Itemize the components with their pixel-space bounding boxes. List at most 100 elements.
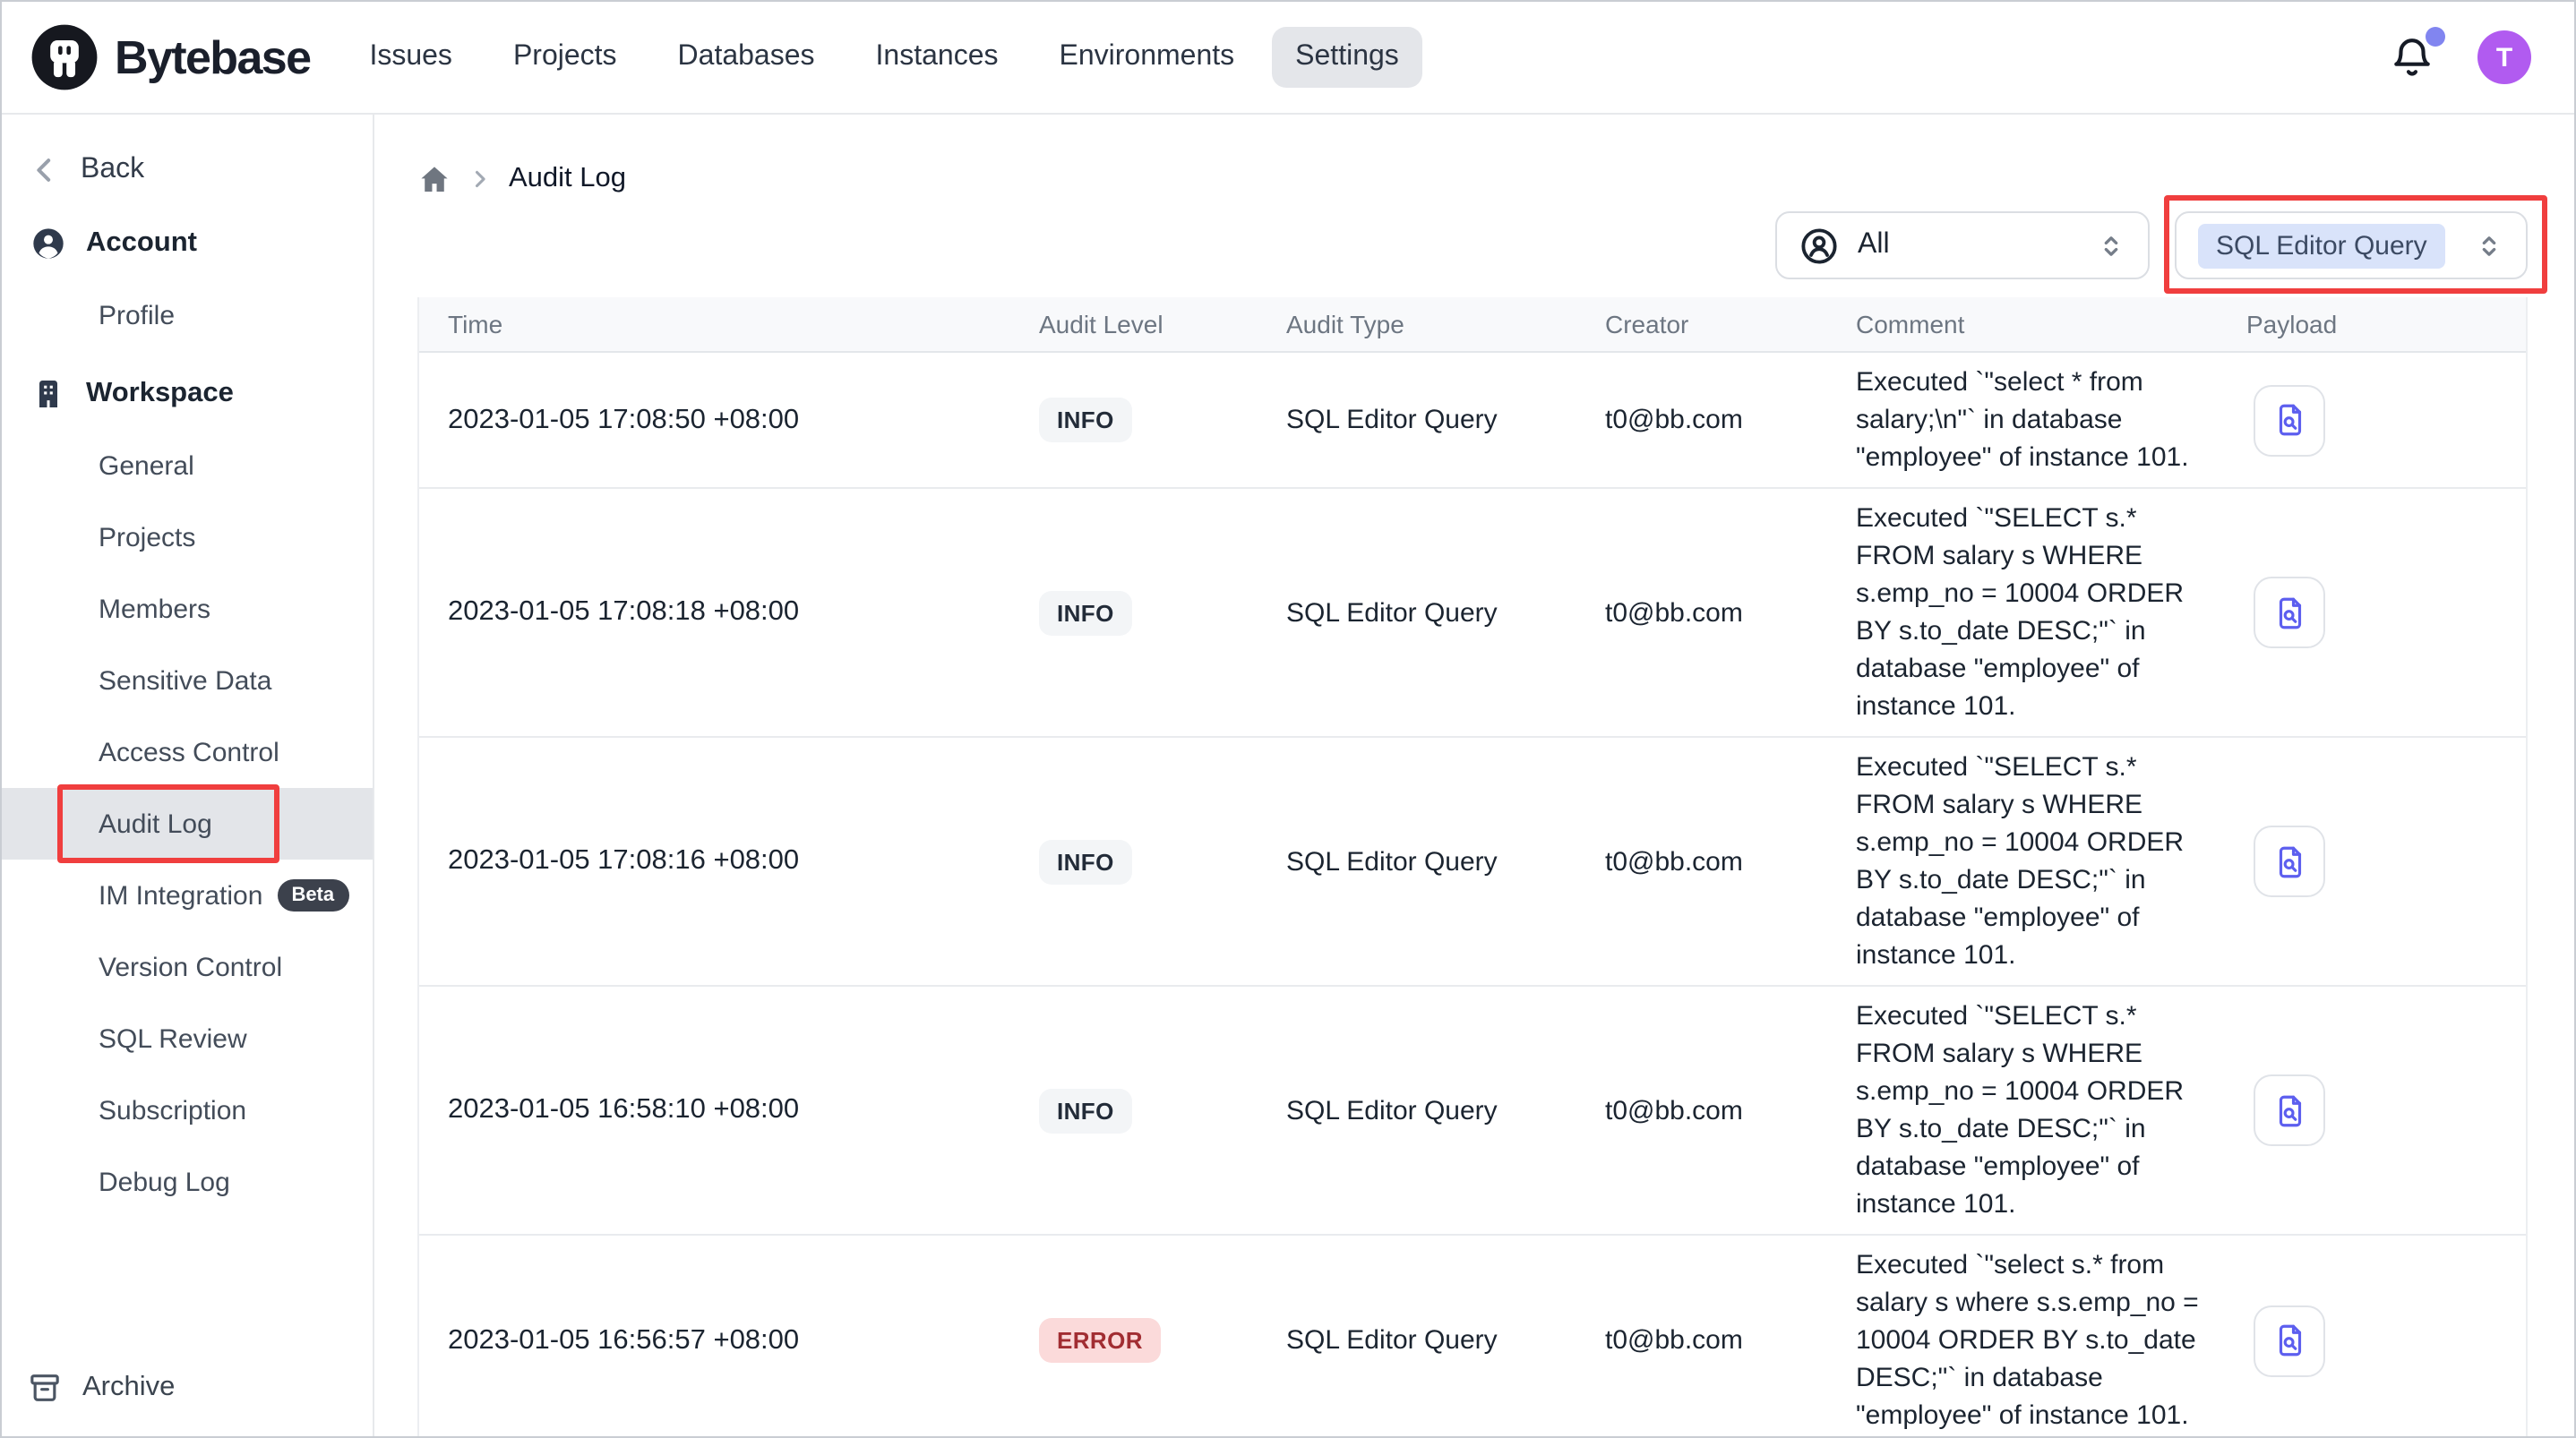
file-search-icon [2271, 1322, 2308, 1359]
view-payload-button[interactable] [2254, 1074, 2325, 1146]
creator-cell: t0@bb.com [1576, 1095, 1827, 1126]
user-circle-filled-icon [30, 226, 66, 261]
column-header-time: Time [419, 310, 1010, 338]
comment-cell: Executed `"select s.* from salary s wher… [1827, 1246, 2218, 1434]
table-header-row: TimeAudit LevelAudit TypeCreatorCommentP… [419, 297, 2526, 353]
sidebar-section-title: Account [86, 227, 197, 260]
sidebar-item-label: Access Control [99, 737, 279, 767]
payload-cell [2218, 384, 2526, 456]
sidebar-item-audit-log[interactable]: Audit Log [2, 788, 373, 860]
view-payload-button[interactable] [2254, 826, 2325, 897]
column-header-audit-type: Audit Type [1258, 310, 1576, 338]
table-row: 2023-01-05 16:56:57 +08:00ERRORSQL Edito… [419, 1236, 2526, 1438]
building-icon [30, 376, 66, 412]
audit-type-cell: SQL Editor Query [1258, 846, 1576, 877]
main-content: Audit Log All [374, 115, 2574, 1436]
audit-type-cell: SQL Editor Query [1258, 1095, 1576, 1126]
sidebar-section-title: Workspace [86, 378, 234, 410]
nav-item-instances[interactable]: Instances [853, 27, 1022, 88]
notifications-button[interactable] [2390, 35, 2434, 80]
nav-item-issues[interactable]: Issues [346, 27, 476, 88]
audit-type-cell: SQL Editor Query [1258, 1325, 1576, 1356]
sidebar-item-label: Debug Log [99, 1167, 230, 1197]
audit-level-cell: INFO [1010, 590, 1258, 635]
sidebar-item-version-control[interactable]: Version Control [2, 931, 373, 1003]
table-row: 2023-01-05 17:08:16 +08:00INFOSQL Editor… [419, 738, 2526, 987]
creator-cell: t0@bb.com [1576, 405, 1827, 435]
sidebar-item-subscription[interactable]: Subscription [2, 1074, 373, 1146]
archive-label: Archive [82, 1372, 175, 1404]
audit-level-badge: INFO [1039, 590, 1132, 635]
sidebar-item-general[interactable]: General [2, 430, 373, 501]
view-payload-button[interactable] [2254, 1305, 2325, 1376]
table-row: 2023-01-05 17:08:18 +08:00 INFO SQL Editor… [419, 489, 2526, 738]
sidebar-item-sensitive-data[interactable]: Sensitive Data [2, 645, 373, 716]
main-nav: IssuesProjectsDatabasesInstancesEnvironm… [346, 27, 1421, 88]
sidebar-item-label: SQL Review [99, 1023, 247, 1054]
audit-type-filter-value: SQL Editor Query [2198, 223, 2445, 268]
sidebar-item-label: Subscription [99, 1095, 246, 1126]
audit-level-badge: INFO [1039, 398, 1132, 442]
nav-item-databases[interactable]: Databases [655, 27, 838, 88]
nav-item-environments[interactable]: Environments [1036, 27, 1258, 88]
file-search-icon [2271, 843, 2308, 880]
comment-cell: Executed `"SELECT s.* FROM salary s WHER… [1827, 749, 2218, 974]
audit-level-cell: INFO [1010, 839, 1258, 884]
sidebar-item-label: Members [99, 594, 210, 624]
chevron-left-icon [27, 152, 63, 188]
sidebar-item-debug-log[interactable]: Debug Log [2, 1146, 373, 1218]
audit-level-cell: ERROR [1010, 1318, 1258, 1363]
sidebar-item-label: Version Control [99, 952, 282, 982]
sidebar-item-im-integration[interactable]: IM IntegrationBeta [2, 860, 373, 931]
sidebar-item-sql-review[interactable]: SQL Review [2, 1003, 373, 1074]
sidebar-item-profile[interactable]: Profile [2, 279, 373, 351]
sidebar-item-label: Audit Log [99, 809, 212, 839]
payload-cell [2218, 1074, 2526, 1146]
time-cell: 2023-01-05 17:08:18 +08:00 [419, 596, 1010, 629]
audit-log-table: TimeAudit LevelAudit TypeCreatorCommentP… [417, 297, 2528, 1438]
avatar[interactable]: T [2477, 30, 2531, 84]
time-cell: 2023-01-05 17:08:16 +08:00 [419, 845, 1010, 877]
sidebar-item-label: General [99, 450, 194, 481]
top-navbar: Bytebase IssuesProjectsDatabasesInstance… [2, 2, 2574, 115]
nav-item-settings[interactable]: Settings [1272, 27, 1422, 88]
audit-level-cell: INFO [1010, 1088, 1258, 1133]
creator-filter-select[interactable]: All [1775, 211, 2150, 279]
creator-cell: t0@bb.com [1576, 597, 1827, 628]
chevrons-up-down-icon [2474, 230, 2504, 261]
brand-name: Bytebase [115, 30, 310, 85]
sidebar-item-archive[interactable]: Archive [2, 1361, 200, 1415]
chevrons-up-down-icon [2096, 230, 2126, 261]
sidebar-section-workspace: Workspace [2, 358, 373, 430]
back-button[interactable]: Back [2, 140, 373, 201]
audit-type-filter-select[interactable]: SQL Editor Query [2175, 211, 2528, 279]
file-search-icon [2271, 1091, 2308, 1129]
bytebase-logo-icon [30, 23, 99, 91]
sidebar-item-label: Projects [99, 522, 195, 552]
filter-bar: All SQL Editor Query [417, 211, 2528, 279]
user-circle-icon [1799, 225, 1840, 266]
brand[interactable]: Bytebase [30, 23, 310, 91]
sidebar-item-access-control[interactable]: Access Control [2, 716, 373, 788]
sidebar-item-members[interactable]: Members [2, 573, 373, 645]
column-header-comment: Comment [1827, 310, 2218, 338]
audit-type-cell: SQL Editor Query [1258, 597, 1576, 628]
navbar-right: T [2390, 30, 2546, 84]
breadcrumb-home-button[interactable] [417, 162, 451, 196]
time-cell: 2023-01-05 16:58:10 +08:00 [419, 1094, 1010, 1126]
nav-item-projects[interactable]: Projects [490, 27, 640, 88]
sidebar-section-account: Account [2, 208, 373, 279]
column-header-payload: Payload [2218, 310, 2526, 338]
view-payload-button[interactable] [2254, 384, 2325, 456]
sidebar-item-label: Profile [99, 300, 175, 330]
sidebar-item-label: IM Integration [99, 880, 262, 911]
body-row: Back Account Profile Workspace General Proje… [2, 115, 2574, 1436]
sidebar: Back Account Profile Workspace General Proje… [2, 115, 374, 1436]
creator-cell: t0@bb.com [1576, 846, 1827, 877]
breadcrumb-page-title: Audit Log [509, 163, 626, 195]
audit-level-cell: INFO [1010, 398, 1258, 442]
sidebar-item-projects[interactable]: Projects [2, 501, 373, 573]
time-cell: 2023-01-05 17:08:50 +08:00 [419, 404, 1010, 436]
view-payload-button[interactable] [2254, 577, 2325, 648]
notification-dot [2426, 26, 2445, 46]
